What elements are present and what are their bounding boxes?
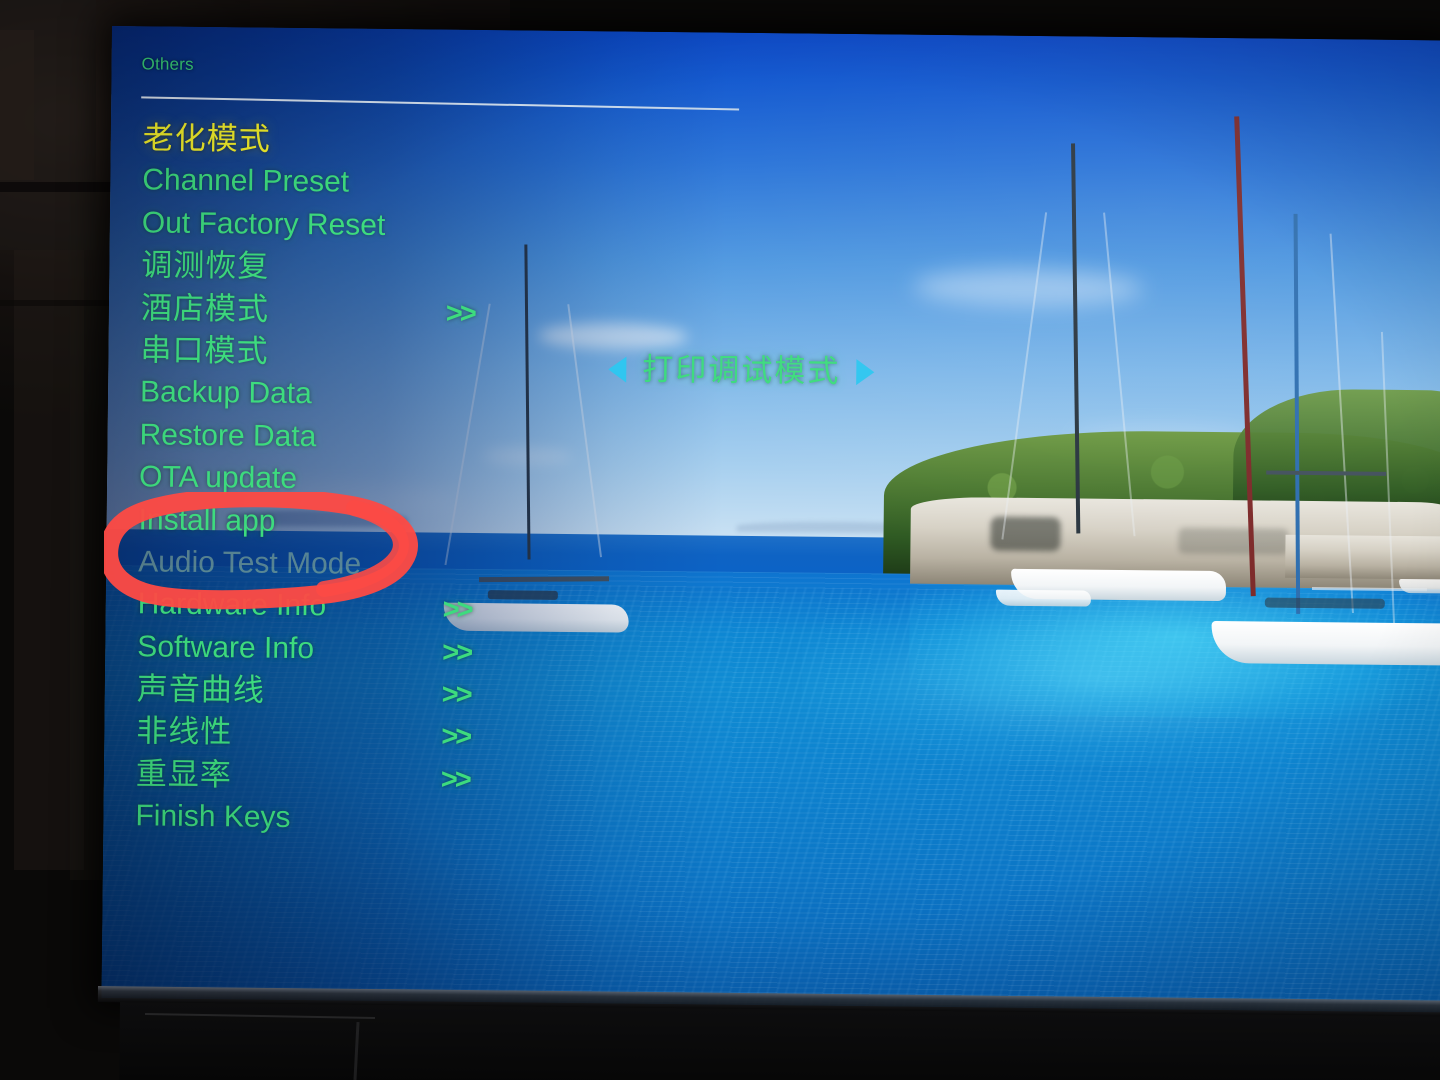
- osd-value-label: 打印调试模式: [642, 351, 841, 389]
- menu-item-9[interactable]: Install app: [138, 500, 758, 549]
- menu-item-label: 非线性: [136, 713, 233, 750]
- menu-item-submenu-indicator[interactable]: >>: [446, 293, 474, 333]
- menu-item-7[interactable]: Restore Data: [139, 415, 759, 464]
- menu-item-15[interactable]: 重显率 >>: [136, 754, 756, 803]
- menu-item-label: Backup Data: [139, 375, 312, 411]
- menu-item-4[interactable]: 酒店模式 >>: [141, 288, 761, 337]
- menu-item-label: Out Factory Reset: [141, 206, 386, 242]
- white-cliff: [1285, 534, 1440, 581]
- menu-item-label: 串口模式: [140, 332, 269, 369]
- tv-stand-shadow: [119, 1002, 1440, 1080]
- menu-item-label: Restore Data: [139, 418, 317, 453]
- menu-item-12[interactable]: Software Info >>: [137, 627, 757, 676]
- menu-item-label: Audio Test Mode: [138, 545, 362, 581]
- distant-boat: [1399, 579, 1440, 595]
- menu-item-label: Finish Keys: [135, 799, 291, 835]
- menu-item-14[interactable]: 非线性 >>: [136, 712, 756, 761]
- yacht-hull: [1210, 621, 1440, 667]
- menu-item-label: 重显率: [135, 756, 233, 793]
- menu-item-10[interactable]: Audio Test Mode: [138, 542, 758, 591]
- yacht-cabin: [1264, 597, 1385, 609]
- menu-item-label: 调测恢复: [141, 247, 270, 284]
- menu-item-label: Install app: [138, 502, 276, 538]
- osd-value-widget[interactable]: 打印调试模式: [608, 351, 875, 390]
- menu-item-label: Channel Preset: [142, 163, 350, 199]
- menu-item-3[interactable]: 调测恢复: [141, 246, 761, 295]
- menu-item-2[interactable]: Out Factory Reset: [142, 203, 762, 252]
- tv-screen[interactable]: Others 老化模式 Channel Preset Out Factory Res…: [101, 26, 1440, 1013]
- left-arrow-icon[interactable]: [608, 356, 627, 383]
- wall-shadow: [250, 0, 510, 30]
- menu-item-8[interactable]: OTA update: [139, 457, 759, 506]
- menu-item-submenu-indicator[interactable]: >>: [441, 759, 469, 799]
- menu-item-label: OTA update: [138, 460, 298, 496]
- cliff-shadow: [1178, 527, 1289, 555]
- menu-item-label: 酒店模式: [140, 289, 270, 327]
- menu-item-label: 老化模式: [142, 120, 271, 157]
- photograph-of-tv: Others 老化模式 Channel Preset Out Factory Res…: [0, 0, 1440, 1080]
- menu-item-13[interactable]: 声音曲线 >>: [137, 669, 757, 718]
- television: Others 老化模式 Channel Preset Out Factory Res…: [101, 26, 1440, 1013]
- menu-item-submenu-indicator[interactable]: >>: [442, 590, 471, 630]
- room-furniture-shape: [0, 30, 34, 180]
- right-arrow-icon[interactable]: [856, 359, 875, 386]
- menu-item-submenu-indicator[interactable]: >>: [441, 717, 469, 757]
- catamaran-pontoon: [995, 589, 1091, 607]
- menu-item-1[interactable]: Channel Preset: [142, 161, 762, 210]
- menu-item-label: 声音曲线: [136, 671, 266, 708]
- room-edge-line: [0, 182, 120, 192]
- room-edge-line: [0, 300, 110, 306]
- menu-item-16[interactable]: Finish Keys: [135, 797, 755, 846]
- menu-item-11[interactable]: Hardware Info >>: [137, 585, 757, 634]
- menu-item-submenu-indicator[interactable]: >>: [442, 675, 470, 715]
- osd-menu-list[interactable]: 老化模式 Channel Preset Out Factory Reset 调测恢复酒…: [135, 118, 763, 845]
- menu-item-label: Software Info: [137, 629, 315, 665]
- menu-item-label: Hardware Info: [137, 587, 327, 623]
- menu-item-submenu-indicator[interactable]: >>: [442, 632, 470, 672]
- menu-item-0[interactable]: 老化模式: [143, 118, 763, 167]
